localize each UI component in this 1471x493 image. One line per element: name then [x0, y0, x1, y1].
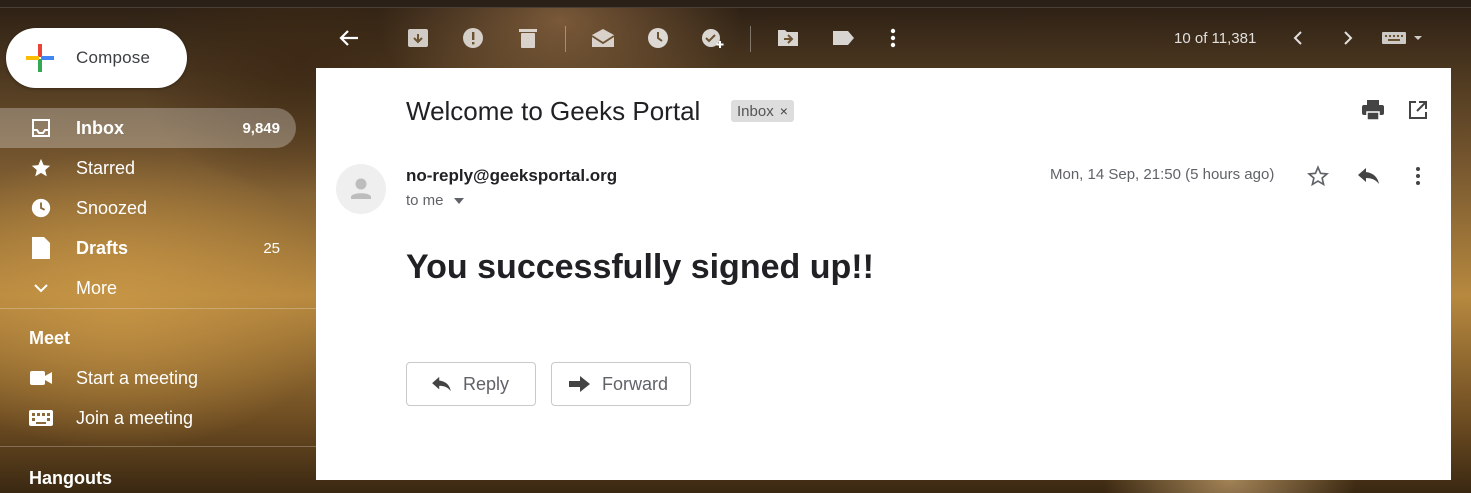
message-date: Mon, 14 Sep, 21:50 (5 hours ago)	[1050, 166, 1275, 183]
sidebar-item-label: Snoozed	[76, 197, 148, 218]
label-icon[interactable]	[831, 26, 855, 50]
star-outline-icon[interactable]	[1306, 164, 1330, 188]
reply-button[interactable]: Reply	[406, 362, 536, 406]
star-icon	[29, 156, 53, 180]
sidebar-divider	[0, 308, 316, 309]
clock-icon	[29, 196, 53, 220]
more-vert-icon[interactable]	[881, 26, 905, 50]
archive-icon[interactable]	[406, 26, 430, 50]
back-arrow-icon[interactable]	[337, 26, 361, 50]
input-tools-keyboard-icon[interactable]	[1382, 26, 1424, 50]
sidebar-item-snoozed[interactable]: Snoozed	[0, 188, 296, 228]
chevron-down-icon	[29, 276, 53, 300]
print-icon[interactable]	[1361, 98, 1385, 122]
open-in-new-window-icon[interactable]	[1406, 98, 1430, 122]
video-camera-icon	[29, 366, 53, 390]
sidebar-item-label: Start a meeting	[76, 367, 199, 388]
delete-icon[interactable]	[516, 26, 540, 50]
recipient-label: to me	[406, 192, 444, 209]
compose-plus-icon	[24, 42, 56, 74]
inbox-icon	[29, 116, 53, 140]
sidebar-item-inbox[interactable]: Inbox 9,849	[0, 108, 296, 148]
message-pane: Welcome to Geeks Portal Inbox × no-reply…	[316, 68, 1451, 480]
keyboard-icon	[29, 406, 53, 430]
toolbar-separator	[750, 26, 751, 52]
forward-icon	[568, 372, 592, 396]
forward-label: Forward	[602, 373, 669, 394]
meet-heading: Meet	[29, 328, 71, 348]
sidebar-divider	[0, 446, 316, 447]
sidebar-item-label: Inbox	[76, 117, 124, 138]
sidebar-item-label: Join a meeting	[76, 407, 194, 428]
mark-unread-icon[interactable]	[591, 26, 615, 50]
more-vert-icon[interactable]	[1406, 164, 1430, 188]
sidebar-item-drafts[interactable]: Drafts 25	[0, 228, 296, 268]
draft-icon	[29, 236, 53, 260]
avatar	[336, 164, 386, 214]
forward-button[interactable]: Forward	[551, 362, 691, 406]
report-spam-icon[interactable]	[461, 26, 485, 50]
hangouts-heading: Hangouts	[29, 468, 112, 488]
draft-count: 25	[263, 239, 280, 257]
inbox-label-chip[interactable]: Inbox ×	[731, 100, 794, 122]
sidebar-item-label: Starred	[76, 157, 136, 178]
sidebar-item-label: Drafts	[76, 237, 129, 258]
email-body-heading: You successfully signed up!!	[406, 248, 874, 286]
caret-down-icon	[453, 198, 464, 205]
join-meeting-item[interactable]: Join a meeting	[0, 398, 296, 438]
move-to-icon[interactable]	[776, 26, 800, 50]
sidebar-item-label: More	[76, 277, 118, 298]
unread-count: 9,849	[242, 119, 280, 137]
sidebar-item-more[interactable]: More	[0, 268, 296, 308]
chevron-left-icon[interactable]	[1286, 26, 1310, 50]
compose-button[interactable]: Compose	[6, 28, 187, 88]
pagination-count: 10 of 11,381	[1174, 30, 1257, 47]
label-text: Inbox	[737, 102, 774, 120]
chevron-right-icon[interactable]	[1336, 26, 1360, 50]
start-meeting-item[interactable]: Start a meeting	[0, 358, 296, 398]
reply-icon	[429, 372, 453, 396]
sender-address: no-reply@geeksportal.org	[406, 166, 618, 185]
person-icon	[351, 178, 371, 199]
reply-label: Reply	[463, 373, 510, 394]
sidebar-item-starred[interactable]: Starred	[0, 148, 296, 188]
recipient-details[interactable]: to me	[406, 192, 464, 209]
compose-label: Compose	[76, 48, 151, 67]
snooze-icon[interactable]	[646, 26, 670, 50]
add-task-icon[interactable]	[701, 26, 725, 50]
email-subject: Welcome to Geeks Portal	[406, 96, 701, 126]
top-border	[0, 0, 1471, 8]
reply-icon[interactable]	[1356, 164, 1380, 188]
remove-label-icon[interactable]: ×	[780, 103, 788, 119]
toolbar-separator	[565, 26, 566, 52]
